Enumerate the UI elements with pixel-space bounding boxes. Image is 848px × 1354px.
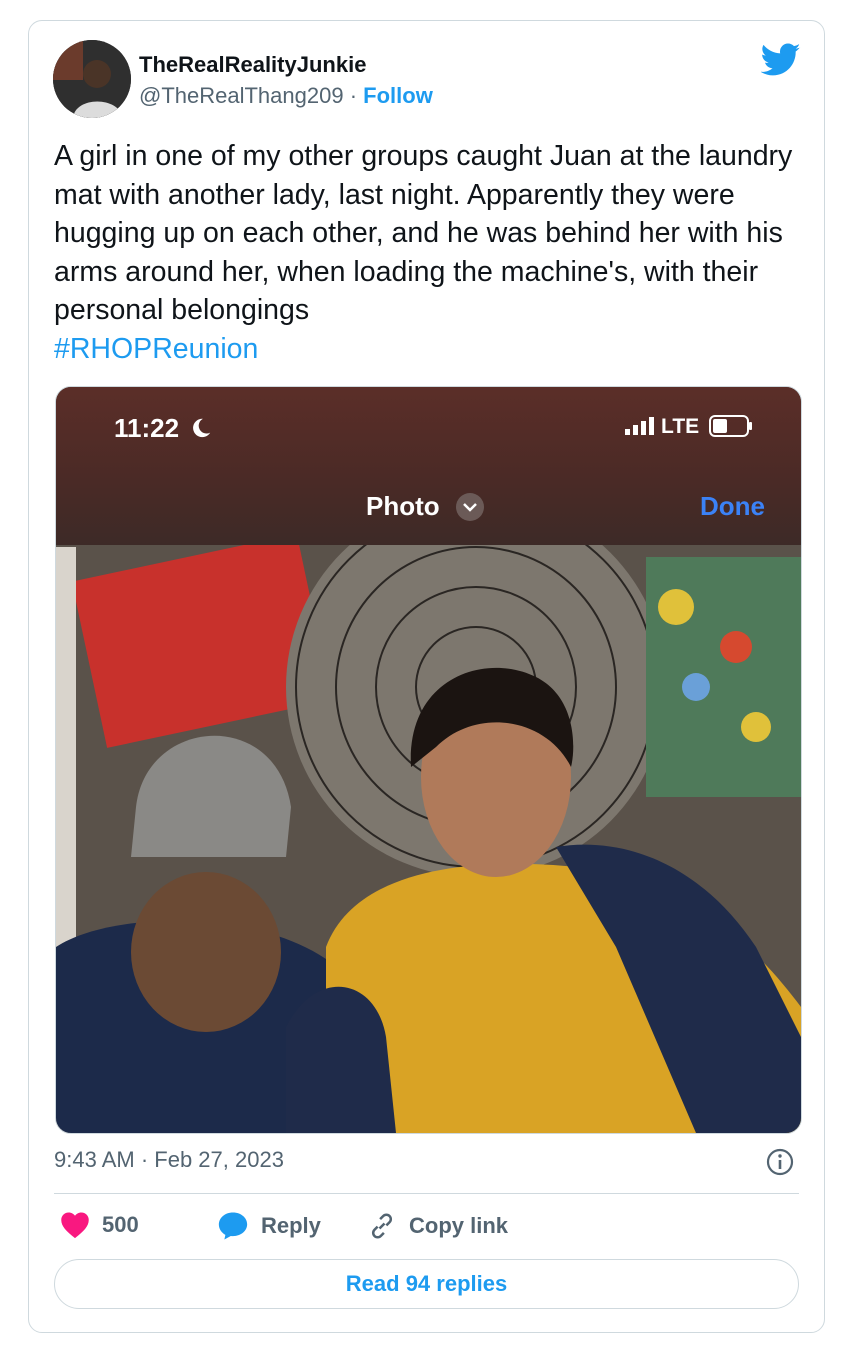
tweet-body: A girl in one of my other groups caught …	[54, 140, 793, 326]
copy-link-button[interactable]: Copy link	[367, 1211, 508, 1241]
tweet-card: TheRealRealityJunkie @TheRealThang209 · …	[28, 20, 825, 1333]
moon-icon	[193, 418, 211, 438]
hashtag-link[interactable]: #RHOPReunion	[54, 330, 799, 369]
follow-button[interactable]: Follow	[363, 83, 433, 108]
action-bar: 500 Reply Copy link	[54, 1211, 799, 1241]
tweet-timestamp[interactable]: 9:43 AM · Feb 27, 2023	[54, 1147, 284, 1173]
author-handle[interactable]: @TheRealThang209	[139, 83, 344, 108]
status-right-group: LTE	[625, 415, 753, 439]
like-button[interactable]: 500	[60, 1211, 139, 1239]
done-button[interactable]: Done	[700, 491, 765, 522]
info-icon[interactable]	[766, 1148, 794, 1176]
tweet-media-photo[interactable]: 11:22 LTE Photo Done	[55, 386, 802, 1134]
status-time-row: 11:22	[114, 413, 212, 444]
twitter-bird-icon[interactable]	[761, 43, 801, 77]
heart-icon	[61, 1212, 89, 1239]
divider	[54, 1193, 799, 1194]
signal-icon	[625, 417, 655, 435]
battery-icon	[709, 415, 752, 437]
avatar[interactable]	[53, 40, 131, 118]
author-display-name[interactable]: TheRealRealityJunkie	[139, 52, 366, 78]
like-count: 500	[102, 1212, 139, 1237]
copy-link-label: Copy link	[409, 1213, 509, 1238]
link-icon	[371, 1213, 393, 1239]
status-time: 11:22	[114, 413, 180, 443]
separator-dot: ·	[349, 83, 358, 108]
read-replies-button[interactable]: Read 94 replies	[54, 1259, 799, 1309]
reply-bubble-icon	[218, 1212, 248, 1240]
reply-button[interactable]: Reply	[217, 1211, 321, 1241]
reply-label: Reply	[261, 1213, 321, 1238]
phone-status-overlay: 11:22 LTE Photo Done	[56, 387, 801, 545]
photo-title[interactable]: Photo	[366, 491, 485, 522]
network-label: LTE	[661, 415, 700, 438]
tweet-text-block: A girl in one of my other groups caught …	[54, 137, 799, 368]
photo-title-label: Photo	[366, 491, 440, 521]
author-handle-row: @TheRealThang209 · Follow	[139, 83, 433, 109]
chevron-down-icon[interactable]	[455, 492, 485, 522]
